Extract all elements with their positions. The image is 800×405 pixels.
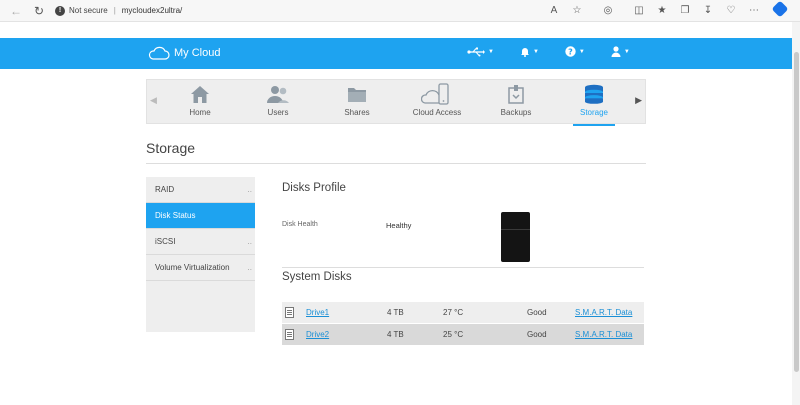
smart-data-link[interactable]: S.M.A.R.T. Data bbox=[575, 330, 632, 339]
collections-icon[interactable]: ❐ bbox=[678, 3, 692, 17]
help-icon: ? bbox=[565, 46, 576, 57]
chevron-down-icon: ▼ bbox=[488, 48, 494, 55]
nav-label: Storage bbox=[579, 108, 609, 117]
sidebar-item-volume-virtualization[interactable]: Volume Virtualization .. bbox=[146, 255, 255, 281]
reload-icon[interactable]: ↻ bbox=[31, 3, 47, 19]
home-icon bbox=[191, 85, 209, 103]
nav-item-shares[interactable]: Shares bbox=[322, 83, 392, 123]
disk-health-label: Disk Health bbox=[282, 221, 318, 228]
storage-sidebar: RAID .. Disk Status iSCSI .. Volume Virt… bbox=[146, 177, 255, 332]
title-divider bbox=[146, 163, 646, 164]
usb-menu[interactable]: ▼ bbox=[467, 46, 494, 57]
logo-text: My Cloud bbox=[174, 47, 221, 59]
chevron-down-icon: ▼ bbox=[623, 48, 630, 55]
drive-status: Good bbox=[527, 308, 547, 317]
scrollbar-thumb[interactable] bbox=[794, 52, 799, 372]
system-disks-title: System Disks bbox=[282, 271, 352, 283]
read-aloud-icon[interactable]: A bbox=[547, 3, 561, 17]
browser-essentials-icon[interactable]: ♡ bbox=[724, 3, 738, 17]
nav-item-backups[interactable]: Backups bbox=[481, 83, 551, 123]
nav-label: Shares bbox=[344, 108, 370, 117]
copilot-icon[interactable] bbox=[771, 0, 789, 18]
folder-icon bbox=[348, 87, 366, 102]
cloud-logo-icon bbox=[148, 46, 170, 60]
nav-label: Backups bbox=[500, 108, 532, 117]
more-icon: .. bbox=[247, 263, 252, 272]
backup-icon bbox=[508, 85, 524, 104]
nav-label: Users bbox=[267, 108, 289, 117]
help-menu[interactable]: ? ▼ bbox=[565, 46, 585, 57]
user-menu[interactable]: ▼ bbox=[611, 46, 630, 57]
header-actions: ▼ ▼ ? ▼ ▼ bbox=[467, 46, 656, 57]
drive-link[interactable]: Drive2 bbox=[306, 330, 329, 339]
drive-icon bbox=[285, 307, 294, 318]
nav-item-users[interactable]: Users bbox=[243, 83, 313, 123]
sidebar-item-disk-status[interactable]: Disk Status bbox=[146, 203, 255, 229]
my-cloud-logo[interactable]: My Cloud bbox=[148, 46, 220, 60]
drive-link[interactable]: Drive1 bbox=[306, 308, 329, 317]
drive-size: 4 TB bbox=[387, 330, 404, 339]
chevron-down-icon: ▼ bbox=[578, 48, 585, 55]
app-header: My Cloud ▼ ▼ ? ▼ ▼ bbox=[0, 38, 792, 69]
security-status: Not secure bbox=[69, 6, 108, 15]
page-title: Storage bbox=[146, 140, 196, 156]
nav-item-cloud-access[interactable]: Cloud Access bbox=[402, 83, 472, 123]
browser-toolbar: ← ↻ ! Not secure | mycloudex2ultra/ A ☆ … bbox=[0, 0, 800, 22]
cloud-devices-icon bbox=[421, 83, 449, 105]
extensions-icon[interactable]: ◎ bbox=[601, 3, 615, 17]
nav-item-home[interactable]: Home bbox=[165, 83, 235, 123]
drive-icon bbox=[285, 329, 294, 340]
sidebar-item-label: Volume Virtualization bbox=[155, 263, 230, 272]
split-screen-icon[interactable]: ◫ bbox=[632, 3, 646, 17]
more-icon: .. bbox=[247, 237, 252, 246]
address-bar[interactable]: ! Not secure | mycloudex2ultra/ bbox=[55, 2, 182, 19]
nav-scroll-left-icon[interactable]: ◀ bbox=[150, 95, 157, 106]
disk-health-value: Healthy bbox=[386, 221, 412, 230]
more-icon: .. bbox=[247, 185, 252, 194]
favorite-star-icon[interactable]: ☆ bbox=[570, 3, 584, 17]
menu-icon[interactable]: ⋯ bbox=[747, 3, 761, 17]
nav-label: Cloud Access bbox=[412, 108, 462, 117]
nav-label: Home bbox=[189, 108, 211, 117]
sidebar-item-label: iSCSI bbox=[155, 237, 176, 246]
sidebar-item-iscsi[interactable]: iSCSI .. bbox=[146, 229, 255, 255]
notifications-menu[interactable]: ▼ bbox=[520, 46, 539, 57]
users-icon bbox=[267, 85, 289, 103]
table-row: Drive2 4 TB 25 °C Good S.M.A.R.T. Data bbox=[282, 324, 644, 345]
drive-status: Good bbox=[527, 330, 547, 339]
smart-data-link[interactable]: S.M.A.R.T. Data bbox=[575, 308, 632, 317]
warning-icon: ! bbox=[55, 5, 65, 16]
nas-device-image bbox=[501, 212, 530, 262]
address-divider: | bbox=[113, 6, 116, 15]
bell-icon bbox=[520, 48, 529, 57]
drive-size: 4 TB bbox=[387, 308, 404, 317]
sidebar-item-raid[interactable]: RAID .. bbox=[146, 177, 255, 203]
page-scrollbar[interactable] bbox=[792, 22, 800, 405]
main-nav: ◀ Home Users Shares Cloud Access Backups… bbox=[146, 79, 646, 126]
downloads-icon[interactable]: ↧ bbox=[701, 3, 715, 17]
chevron-down-icon: ▼ bbox=[532, 48, 539, 55]
table-row: Drive1 4 TB 27 °C Good S.M.A.R.T. Data bbox=[282, 302, 644, 323]
section-divider bbox=[282, 267, 644, 268]
svg-text:?: ? bbox=[568, 47, 573, 56]
back-arrow-icon[interactable]: ← bbox=[8, 3, 24, 19]
browser-actions: A ☆ ◎ ◫ ★ ❐ ↧ ♡ ⋯ bbox=[547, 0, 789, 18]
sidebar-item-label: RAID bbox=[155, 185, 175, 194]
disks-profile-title: Disks Profile bbox=[282, 182, 346, 194]
user-icon bbox=[611, 46, 621, 57]
storage-icon bbox=[585, 84, 603, 104]
nav-scroll-right-icon[interactable]: ▶ bbox=[635, 95, 642, 106]
drive-temperature: 25 °C bbox=[443, 330, 464, 339]
sidebar-item-label: Disk Status bbox=[155, 211, 196, 220]
device-stripe bbox=[501, 229, 530, 230]
url-text: mycloudex2ultra/ bbox=[121, 6, 183, 15]
nav-item-storage[interactable]: Storage bbox=[559, 83, 629, 126]
drive-temperature: 27 °C bbox=[443, 308, 464, 317]
favorites-icon[interactable]: ★ bbox=[655, 3, 669, 17]
usb-icon bbox=[467, 47, 485, 56]
